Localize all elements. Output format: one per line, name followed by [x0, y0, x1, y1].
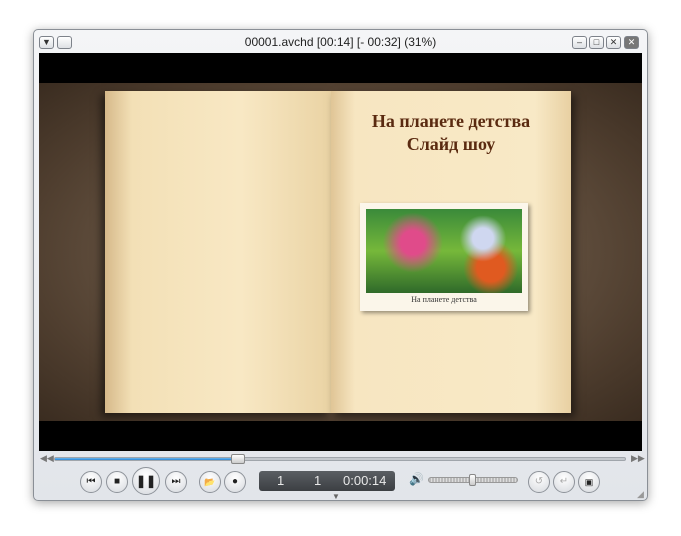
player-window: ▼ 00001.avchd [00:14] [- 00:32] (31%) – … [33, 29, 648, 501]
exit-button[interactable]: ✕ [624, 36, 639, 49]
slide-heading: На планете детства [371, 111, 531, 131]
resize-grip-icon[interactable]: ◢ [637, 489, 644, 500]
photo [366, 209, 522, 293]
open-file-button[interactable]: 📂 [199, 471, 221, 493]
close-button[interactable]: ✕ [606, 36, 621, 49]
control-panel: ◀◀ ▶▶ ⏮ ■ ❚❚ ⏭ 📂 ● 1 1 0:00:14 🔊 ↺ ↵ ▣ ▼… [34, 451, 647, 501]
previous-button[interactable]: ⏮ [80, 471, 102, 493]
record-button[interactable]: ● [224, 471, 246, 493]
seek-progress [55, 458, 232, 460]
photo-caption: На планете детства [411, 295, 477, 304]
photo-frame: На планете детства [360, 203, 528, 311]
book-left-page [105, 91, 331, 413]
video-frame: На планете детства Слайд шоу На планете … [39, 83, 642, 421]
subtitle-button[interactable]: ↵ [553, 471, 575, 493]
forward-icon[interactable]: ▶▶ [631, 453, 645, 464]
maximize-button[interactable]: □ [589, 36, 604, 49]
window-title: 00001.avchd [00:14] [- 00:32] (31%) [244, 35, 437, 49]
chapter-number: 1 [314, 473, 322, 488]
seek-thumb[interactable] [231, 454, 245, 464]
fullscreen-button[interactable]: ▣ [578, 471, 600, 493]
seek-bar[interactable] [54, 454, 626, 464]
elapsed-time: 0:00:14 [343, 473, 387, 488]
time-display: 1 1 0:00:14 [259, 471, 395, 491]
video-area[interactable]: На планете детства Слайд шоу На планете … [39, 53, 642, 451]
repeat-button[interactable]: ↺ [528, 471, 550, 493]
pause-button[interactable]: ❚❚ [132, 467, 160, 495]
title-number: 1 [277, 473, 285, 488]
rewind-icon[interactable]: ◀◀ [40, 453, 54, 464]
expand-arrow-icon[interactable]: ▼ [332, 492, 340, 501]
book-right-page: На планете детства Слайд шоу На планете … [331, 91, 571, 413]
volume-icon[interactable]: 🔊 [409, 472, 424, 486]
volume-thumb[interactable] [469, 474, 476, 486]
slide-subheading: Слайд шоу [406, 134, 496, 154]
title-bar[interactable]: ▼ 00001.avchd [00:14] [- 00:32] (31%) – … [34, 30, 647, 53]
minimize-button[interactable]: – [572, 36, 587, 49]
stop-button[interactable]: ■ [106, 471, 128, 493]
volume-slider[interactable] [428, 474, 518, 486]
next-button[interactable]: ⏭ [165, 471, 187, 493]
